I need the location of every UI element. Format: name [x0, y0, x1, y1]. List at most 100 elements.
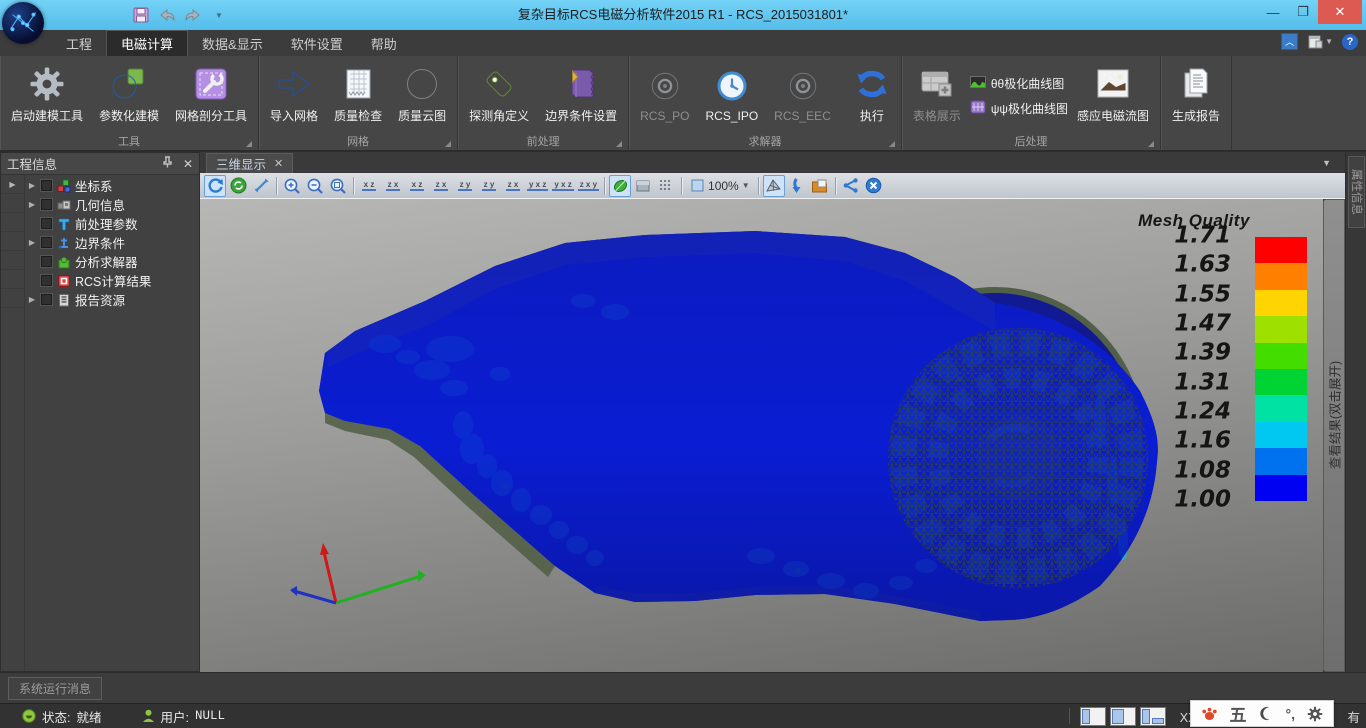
layout-split-button[interactable]	[1110, 707, 1136, 726]
view-orientation-button-6[interactable]: z x	[502, 175, 524, 197]
view-orientation-button-0[interactable]: x z	[358, 175, 380, 197]
menu-tab-3[interactable]: 软件设置	[277, 30, 357, 56]
panel-close-icon[interactable]: ✕	[183, 157, 193, 171]
tree-checkbox[interactable]	[41, 180, 52, 191]
group-dialog-launcher-icon[interactable]	[889, 141, 895, 147]
tab-list-dropdown-icon[interactable]: ▼	[1322, 158, 1331, 168]
group-dialog-launcher-icon[interactable]	[246, 141, 252, 147]
tree-item-solver[interactable]: 分析求解器	[25, 252, 199, 271]
expand-arrow-icon[interactable]: ▶	[27, 200, 37, 209]
tree-item-geom[interactable]: ▶几何信息	[25, 195, 199, 214]
tree-checkbox[interactable]	[41, 199, 52, 210]
view-orientation-button-3[interactable]: z x	[430, 175, 452, 197]
expand-arrow-icon[interactable]: ▶	[27, 181, 37, 190]
tree-checkbox[interactable]	[41, 237, 52, 248]
ime-settings-gear-icon[interactable]	[1307, 706, 1323, 722]
refresh-view-button[interactable]	[227, 175, 249, 197]
tree-item-boundary[interactable]: ▶边界条件	[25, 233, 199, 252]
view-orientation-button-8[interactable]: y x z	[551, 175, 574, 197]
system-message-tab[interactable]: 系统运行消息	[8, 677, 102, 700]
zoom-level-control[interactable]: 100% ▼	[686, 178, 754, 193]
points-mode-button[interactable]	[655, 175, 677, 197]
window-style-button[interactable]: ▼	[1307, 34, 1333, 50]
tree-checkbox[interactable]	[41, 275, 52, 286]
menu-tab-2[interactable]: 数据&显示	[188, 30, 277, 56]
zoom-out-button[interactable]	[304, 175, 326, 197]
pan-view-button[interactable]	[250, 175, 272, 197]
tree-gutter-cell[interactable]	[1, 232, 24, 251]
restore-button[interactable]: ❐	[1288, 0, 1318, 24]
ime-wubi-mode[interactable]: 五	[1230, 701, 1247, 726]
ime-moon-icon[interactable]	[1259, 706, 1274, 721]
theta-polarization-curve-button[interactable]: θθ极化曲线图	[970, 74, 1068, 93]
probe-angle-define-button[interactable]: 探测角定义	[462, 63, 536, 128]
window-style-dropdown-icon[interactable]: ▼	[1325, 37, 1333, 46]
ime-logo-paw-icon[interactable]	[1201, 705, 1218, 722]
rcs-eec-button[interactable]: RCS_EEC	[767, 65, 838, 127]
tree-item-preproc[interactable]: 前处理参数	[25, 214, 199, 233]
capture-image-button[interactable]	[809, 175, 831, 197]
collapse-ribbon-button[interactable]: ︿	[1281, 33, 1298, 50]
rcs-po-button[interactable]: RCS_PO	[633, 65, 696, 127]
zoom-in-button[interactable]	[281, 175, 303, 197]
launch-modeling-tool-button[interactable]: 启动建模工具	[4, 63, 90, 128]
induced-em-current-map-button[interactable]: 感应电磁流图	[1070, 63, 1156, 128]
expand-arrow-icon[interactable]: ▶	[27, 295, 37, 304]
zoom-dropdown-icon[interactable]: ▼	[742, 181, 750, 190]
property-info-collapsed-tab[interactable]: 属性信息	[1348, 156, 1365, 228]
psi-polarization-curve-button[interactable]: ψψ极化曲线图	[970, 99, 1068, 118]
tree-gutter-cell[interactable]: ▶	[1, 175, 24, 194]
quality-cloud-map-button[interactable]: 质量云图	[391, 63, 453, 128]
tree-gutter-cell[interactable]	[1, 194, 24, 213]
share-link-button[interactable]	[840, 175, 862, 197]
view-orientation-button-1[interactable]: z x	[382, 175, 404, 197]
generate-report-button[interactable]: 生成报告	[1165, 63, 1227, 128]
tab-close-icon[interactable]: ✕	[274, 157, 283, 170]
expand-arrow-icon[interactable]: ▶	[27, 238, 37, 247]
help-button[interactable]: ?	[1342, 34, 1358, 50]
tab-3d-display[interactable]: 三维显示 ✕	[206, 153, 293, 173]
view-orientation-button-5[interactable]: z y	[478, 175, 500, 197]
tree-gutter-cell[interactable]	[1, 270, 24, 289]
group-dialog-launcher-icon[interactable]	[616, 141, 622, 147]
execute-button[interactable]: 执行	[847, 63, 897, 128]
group-dialog-launcher-icon[interactable]	[445, 141, 451, 147]
menu-tab-4[interactable]: 帮助	[357, 30, 411, 56]
shaded-mode-button[interactable]	[609, 175, 631, 197]
tree-checkbox[interactable]	[41, 218, 52, 229]
close-button[interactable]: ✕	[1318, 0, 1362, 24]
parametric-modeling-button[interactable]: 参数化建模	[92, 63, 166, 128]
rotate-view-button[interactable]	[204, 175, 226, 197]
mesh-display-button[interactable]	[763, 175, 785, 197]
ime-punctuation-mode[interactable]: °,	[1286, 706, 1296, 722]
boundary-condition-settings-button[interactable]: 边界条件设置	[538, 63, 624, 128]
layout-left-button[interactable]	[1080, 707, 1106, 726]
cancel-button[interactable]	[863, 175, 885, 197]
app-logo-icon[interactable]	[2, 2, 44, 44]
tree-item-coord[interactable]: ▶坐标系	[25, 176, 199, 195]
arrow-down-button[interactable]	[786, 175, 808, 197]
table-display-button[interactable]: 表格展示	[906, 63, 968, 128]
viewport-3d[interactable]: Mesh Quality 1.711.631.551.471.391.311.2…	[200, 199, 1323, 672]
rcs-ipo-button[interactable]: RCS_IPO	[698, 65, 765, 127]
view-orientation-button-7[interactable]: y x z	[526, 175, 549, 197]
tree-gutter-cell[interactable]	[1, 213, 24, 232]
view-orientation-button-4[interactable]: z y	[454, 175, 476, 197]
view-results-collapsed-tab[interactable]: 查看结果(双击展开)	[1323, 199, 1345, 672]
mesh-partition-tool-button[interactable]: 网格剖分工具	[168, 63, 254, 128]
tree-gutter-cell[interactable]	[1, 289, 24, 308]
tree-checkbox[interactable]	[41, 294, 52, 305]
quality-check-button[interactable]: 质量检查	[327, 63, 389, 128]
zoom-fit-button[interactable]	[327, 175, 349, 197]
import-mesh-button[interactable]: 导入网格	[263, 63, 325, 128]
ime-toolbar[interactable]: 五 °,	[1190, 700, 1335, 727]
flat-mode-button[interactable]	[632, 175, 654, 197]
tree-gutter-cell[interactable]	[1, 251, 24, 270]
view-orientation-button-9[interactable]: z x y	[577, 175, 600, 197]
menu-tab-0[interactable]: 工程	[52, 30, 106, 56]
tree-checkbox[interactable]	[41, 256, 52, 267]
tree-item-result[interactable]: RCS计算结果	[25, 271, 199, 290]
group-dialog-launcher-icon[interactable]	[1148, 141, 1154, 147]
tree-item-resource[interactable]: ▶报告资源	[25, 290, 199, 309]
minimize-button[interactable]: —	[1258, 0, 1288, 24]
